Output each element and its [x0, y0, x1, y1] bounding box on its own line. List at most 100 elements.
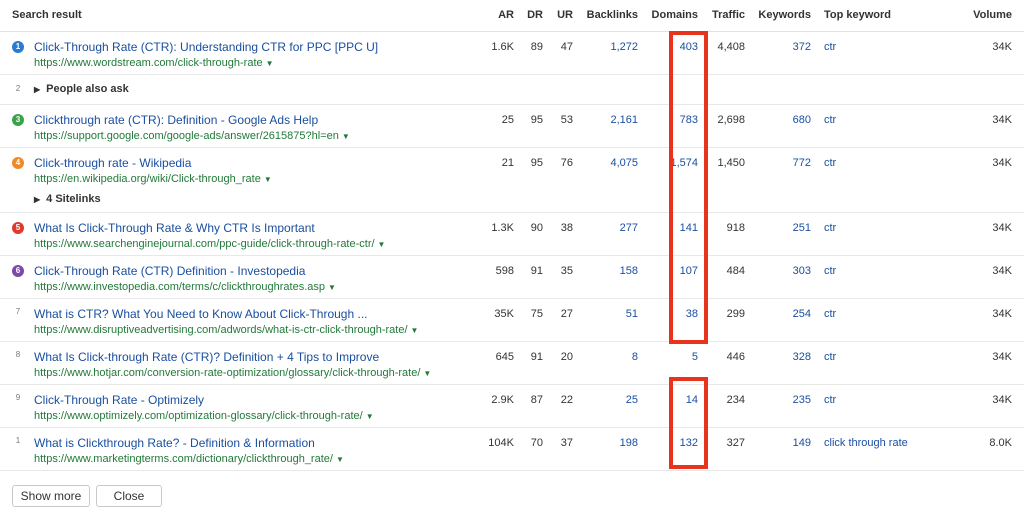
backlinks-link[interactable]: 2,161 [610, 114, 638, 126]
header-domains[interactable]: Domains [652, 9, 698, 21]
close-button[interactable]: Close [96, 485, 162, 507]
result-url-link[interactable]: https://www.searchenginejournal.com/ppc-… [34, 238, 385, 250]
dropdown-caret-icon[interactable]: ▼ [378, 240, 386, 249]
dropdown-caret-icon[interactable]: ▼ [264, 175, 272, 184]
result-url-link[interactable]: https://www.investopedia.com/terms/c/cli… [34, 281, 336, 293]
top-keyword-link[interactable]: ctr [824, 265, 836, 277]
top-keyword-link[interactable]: ctr [824, 114, 836, 126]
traffic-value: 484 [726, 265, 745, 277]
volume-value: 34K [992, 265, 1012, 277]
result-title-link[interactable]: What Is Click-Through Rate & Why CTR Is … [34, 221, 315, 235]
result-title-link[interactable]: Clickthrough rate (CTR): Definition - Go… [34, 113, 318, 127]
table-row: 1 What is Clickthrough Rate? - Definitio… [0, 428, 1024, 471]
ur-value: 27 [560, 308, 573, 320]
backlinks-link[interactable]: 25 [626, 394, 638, 406]
traffic-value: 918 [726, 222, 745, 234]
backlinks-link[interactable]: 277 [620, 222, 638, 234]
dropdown-caret-icon[interactable]: ▼ [266, 59, 274, 68]
volume-value: 34K [992, 394, 1012, 406]
result-url-link[interactable]: https://www.wordstream.com/click-through… [34, 57, 274, 69]
header-backlinks[interactable]: Backlinks [587, 9, 638, 21]
table-header: Search result AR DR UR Backlinks Domains… [0, 0, 1024, 32]
result-url-link[interactable]: https://www.marketingterms.com/dictionar… [34, 453, 344, 465]
dropdown-caret-icon[interactable]: ▼ [366, 412, 374, 421]
sitelinks-toggle[interactable]: ▶ 4 Sitelinks [34, 193, 101, 205]
dropdown-caret-icon[interactable]: ▼ [342, 132, 350, 141]
header-volume[interactable]: Volume [973, 9, 1012, 21]
top-keyword-link[interactable]: click through rate [824, 437, 908, 449]
table-row: 1 Click-Through Rate (CTR): Understandin… [0, 32, 1024, 75]
rank-badge: 6 [12, 265, 24, 277]
header-ur[interactable]: UR [557, 9, 573, 21]
backlinks-link[interactable]: 158 [620, 265, 638, 277]
backlinks-link[interactable]: 4,075 [610, 157, 638, 169]
result-title-link[interactable]: What Is Click-through Rate (CTR)? Defini… [34, 350, 379, 364]
result-url-link[interactable]: https://www.disruptiveadvertising.com/ad… [34, 324, 418, 336]
keywords-link[interactable]: 680 [793, 114, 811, 126]
dr-value: 91 [530, 351, 543, 363]
dropdown-caret-icon[interactable]: ▼ [411, 326, 419, 335]
result-title-link[interactable]: What is CTR? What You Need to Know About… [34, 307, 368, 321]
header-keywords[interactable]: Keywords [758, 9, 811, 21]
ur-value: 22 [560, 394, 573, 406]
top-keyword-link[interactable]: ctr [824, 157, 836, 169]
keywords-link[interactable]: 251 [793, 222, 811, 234]
ar-value: 21 [501, 157, 514, 169]
result-url-link[interactable]: https://en.wikipedia.org/wiki/Click-thro… [34, 173, 272, 185]
backlinks-link[interactable]: 1,272 [610, 41, 638, 53]
ur-value: 53 [560, 114, 573, 126]
volume-value: 34K [992, 114, 1012, 126]
dropdown-caret-icon[interactable]: ▼ [328, 283, 336, 292]
people-also-ask-toggle[interactable]: ▶ People also ask [34, 83, 129, 95]
keywords-link[interactable]: 254 [793, 308, 811, 320]
volume-value: 34K [992, 41, 1012, 53]
backlinks-link[interactable]: 198 [620, 437, 638, 449]
result-title-link[interactable]: Click-through rate - Wikipedia [34, 156, 191, 170]
table-row: 6 Click-Through Rate (CTR) Definition - … [0, 256, 1024, 299]
result-title-link[interactable]: Click-Through Rate (CTR) Definition - In… [34, 264, 305, 278]
result-title-link[interactable]: What is Clickthrough Rate? - Definition … [34, 436, 315, 450]
header-traffic[interactable]: Traffic [712, 9, 745, 21]
result-title-link[interactable]: Click-Through Rate (CTR): Understanding … [34, 40, 378, 54]
rank-number: 8 [15, 350, 21, 359]
table-row: 4 Click-through rate - Wikipedia https:/… [0, 148, 1024, 213]
header-search-result: Search result [12, 9, 82, 21]
header-dr[interactable]: DR [527, 9, 543, 21]
dr-value: 87 [530, 394, 543, 406]
keywords-link[interactable]: 772 [793, 157, 811, 169]
ar-value: 1.3K [491, 222, 514, 234]
domains-link[interactable]: 5 [692, 351, 698, 363]
dr-value: 95 [530, 114, 543, 126]
ur-value: 47 [560, 41, 573, 53]
rank-badge: 1 [12, 41, 24, 53]
rank-number: 9 [15, 393, 21, 402]
ar-value: 104K [488, 437, 514, 449]
result-url-link[interactable]: https://www.optimizely.com/optimization-… [34, 410, 374, 422]
volume-value: 34K [992, 157, 1012, 169]
top-keyword-link[interactable]: ctr [824, 394, 836, 406]
top-keyword-link[interactable]: ctr [824, 351, 836, 363]
top-keyword-link[interactable]: ctr [824, 222, 836, 234]
keywords-link[interactable]: 303 [793, 265, 811, 277]
ur-value: 76 [560, 157, 573, 169]
result-title-link[interactable]: Click-Through Rate - Optimizely [34, 393, 204, 407]
dr-value: 75 [530, 308, 543, 320]
dropdown-caret-icon[interactable]: ▼ [336, 455, 344, 464]
result-url-link[interactable]: https://www.hotjar.com/conversion-rate-o… [34, 367, 431, 379]
show-more-button[interactable]: Show more [12, 485, 90, 507]
keywords-link[interactable]: 328 [793, 351, 811, 363]
backlinks-link[interactable]: 8 [632, 351, 638, 363]
keywords-link[interactable]: 149 [793, 437, 811, 449]
header-ar[interactable]: AR [498, 9, 514, 21]
top-keyword-link[interactable]: ctr [824, 308, 836, 320]
keywords-link[interactable]: 372 [793, 41, 811, 53]
top-keyword-link[interactable]: ctr [824, 41, 836, 53]
backlinks-link[interactable]: 51 [626, 308, 638, 320]
result-url-link[interactable]: https://support.google.com/google-ads/an… [34, 130, 350, 142]
ur-value: 20 [560, 351, 573, 363]
ar-value: 645 [495, 351, 514, 363]
ur-value: 37 [560, 437, 573, 449]
ar-value: 35K [494, 308, 514, 320]
dropdown-caret-icon[interactable]: ▼ [423, 369, 431, 378]
keywords-link[interactable]: 235 [793, 394, 811, 406]
